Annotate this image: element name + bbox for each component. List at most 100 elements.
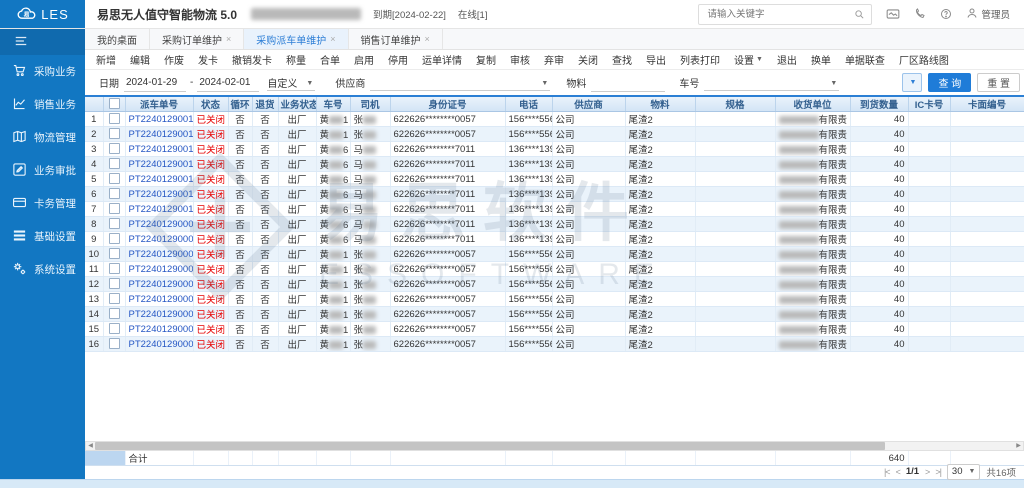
sidebar-collapse-button[interactable] xyxy=(0,29,85,55)
column-header[interactable]: 业务状态 xyxy=(278,97,316,112)
column-header[interactable]: 状态 xyxy=(193,97,228,112)
dispatch-no-link[interactable]: PT22401290005 xyxy=(129,279,194,290)
help-icon[interactable] xyxy=(940,8,952,20)
sidebar-item-2[interactable]: 销售业务 xyxy=(0,88,85,121)
date-to-input[interactable] xyxy=(197,73,259,92)
row-checkbox[interactable] xyxy=(109,278,120,289)
column-header[interactable]: 供应商 xyxy=(552,97,625,112)
row-checkbox[interactable] xyxy=(109,263,120,274)
column-header[interactable]: 身份证号 xyxy=(390,97,505,112)
message-icon[interactable] xyxy=(886,8,900,20)
sidebar-item-7[interactable]: 系统设置 xyxy=(0,253,85,286)
toolbar-button-17[interactable]: 列表打印 xyxy=(673,52,727,67)
toolbar-button-22[interactable]: 厂区路线图 xyxy=(892,52,956,67)
dispatch-no-link[interactable]: PT22401290006 xyxy=(129,264,194,275)
toolbar-button-6[interactable]: 称量 xyxy=(279,52,313,67)
sidebar-item-5[interactable]: 卡务管理 xyxy=(0,187,85,220)
phone-icon[interactable] xyxy=(914,8,926,20)
column-header[interactable]: 司机 xyxy=(350,97,390,112)
toolbar-button-18[interactable]: 设置▼ xyxy=(727,52,770,67)
dispatch-no-link[interactable]: PT22401290007 xyxy=(129,249,194,260)
material-input[interactable] xyxy=(591,73,665,92)
row-checkbox[interactable] xyxy=(109,113,120,124)
scroll-right-icon[interactable]: ▶ xyxy=(1014,442,1023,450)
toolbar-button-4[interactable]: 发卡 xyxy=(191,52,225,67)
toolbar-button-15[interactable]: 查找 xyxy=(605,52,639,67)
supplier-select[interactable]: ▼ xyxy=(370,74,550,91)
toolbar-button-11[interactable]: 复制 xyxy=(469,52,503,67)
column-header[interactable]: 收货单位 xyxy=(775,97,850,112)
last-page-button[interactable]: >| xyxy=(935,467,941,477)
user-menu[interactable]: 管理员 xyxy=(966,7,1010,22)
column-header[interactable]: 退货 xyxy=(252,97,278,112)
toolbar-button-14[interactable]: 关闭 xyxy=(571,52,605,67)
toolbar-button-1[interactable]: 新增 xyxy=(89,52,123,67)
column-header[interactable]: 循环 xyxy=(228,97,252,112)
next-page-button[interactable]: > xyxy=(925,467,929,477)
tab-4[interactable]: 销售订单维护× xyxy=(349,29,443,49)
dispatch-no-link[interactable]: PT22401290008 xyxy=(129,234,194,245)
select-all-checkbox[interactable] xyxy=(109,98,120,109)
toolbar-button-21[interactable]: 单据联查 xyxy=(838,52,892,67)
toolbar-button-3[interactable]: 作废 xyxy=(157,52,191,67)
dispatch-no-link[interactable]: PT22401290014 xyxy=(129,144,194,155)
column-header[interactable]: 规格 xyxy=(695,97,775,112)
scrollbar-thumb[interactable] xyxy=(95,442,885,450)
dispatch-no-link[interactable]: PT22401290010 xyxy=(129,204,194,215)
dispatch-no-link[interactable]: PT22401290002 xyxy=(129,324,194,335)
first-page-button[interactable]: |< xyxy=(884,467,890,477)
close-icon[interactable]: × xyxy=(425,34,430,44)
dispatch-no-link[interactable]: PT22401290013 xyxy=(129,159,194,170)
row-checkbox[interactable] xyxy=(109,323,120,334)
close-icon[interactable]: × xyxy=(226,34,231,44)
more-filters-button[interactable]: ▼ xyxy=(902,73,922,92)
toolbar-button-20[interactable]: 换单 xyxy=(804,52,838,67)
row-checkbox[interactable] xyxy=(109,338,120,349)
row-checkbox[interactable] xyxy=(109,203,120,214)
query-button[interactable]: 查 询 xyxy=(928,73,971,92)
toolbar-button-10[interactable]: 运单详情 xyxy=(415,52,469,67)
toolbar-button-5[interactable]: 撤销发卡 xyxy=(225,52,279,67)
dispatch-no-link[interactable]: PT22401290011 xyxy=(129,189,194,200)
dispatch-no-link[interactable]: PT22401290001 xyxy=(129,339,194,350)
vehicle-select[interactable]: ▼ xyxy=(704,74,839,91)
row-checkbox[interactable] xyxy=(109,143,120,154)
column-header[interactable]: 车号 xyxy=(316,97,350,112)
column-header[interactable]: IC卡号 xyxy=(908,97,950,112)
toolbar-button-13[interactable]: 弃审 xyxy=(537,52,571,67)
dispatch-no-link[interactable]: PT22401290004 xyxy=(129,294,194,305)
row-checkbox[interactable] xyxy=(109,218,120,229)
prev-page-button[interactable]: < xyxy=(896,467,900,477)
dispatch-no-link[interactable]: PT22401290015 xyxy=(129,129,194,140)
row-checkbox[interactable] xyxy=(109,293,120,304)
tab-2[interactable]: 采购订单维护× xyxy=(150,29,244,49)
date-mode-select[interactable]: 自定义 ▼ xyxy=(267,74,315,91)
toolbar-button-8[interactable]: 启用 xyxy=(347,52,381,67)
toolbar-button-2[interactable]: 编辑 xyxy=(123,52,157,67)
sidebar-item-6[interactable]: 基础设置 xyxy=(0,220,85,253)
dispatch-no-link[interactable]: PT22401290003 xyxy=(129,309,194,320)
dispatch-no-link[interactable]: PT22401290012 xyxy=(129,174,194,185)
row-checkbox[interactable] xyxy=(109,128,120,139)
close-icon[interactable]: × xyxy=(330,34,335,44)
scroll-left-icon[interactable]: ◀ xyxy=(86,442,95,450)
row-checkbox[interactable] xyxy=(109,233,120,244)
dispatch-no-link[interactable]: PT22401290009 xyxy=(129,219,194,230)
column-header[interactable]: 到货数量 xyxy=(850,97,908,112)
row-checkbox[interactable] xyxy=(109,173,120,184)
tab-1[interactable]: 我的桌面 xyxy=(85,29,150,49)
toolbar-button-19[interactable]: 退出 xyxy=(770,52,804,67)
reset-button[interactable]: 重 置 xyxy=(977,73,1020,92)
toolbar-button-16[interactable]: 导出 xyxy=(639,52,673,67)
toolbar-button-7[interactable]: 合单 xyxy=(313,52,347,67)
search-icon[interactable] xyxy=(854,9,865,20)
column-header[interactable]: 物料 xyxy=(625,97,695,112)
sidebar-item-1[interactable]: 采购业务 xyxy=(0,55,85,88)
column-header[interactable]: 电话 xyxy=(505,97,552,112)
tab-3[interactable]: 采购派车单维护× xyxy=(244,29,348,49)
row-checkbox[interactable] xyxy=(109,158,120,169)
row-checkbox[interactable] xyxy=(109,188,120,199)
column-header[interactable]: 卡面编号 xyxy=(950,97,1024,112)
toolbar-button-9[interactable]: 停用 xyxy=(381,52,415,67)
global-search-input[interactable] xyxy=(705,8,854,21)
